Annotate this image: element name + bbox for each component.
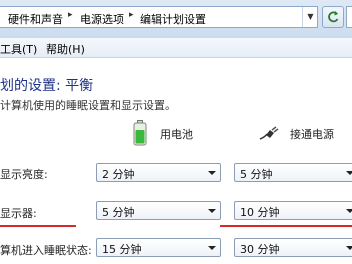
select-value: 2 分钟 <box>102 168 135 181</box>
breadcrumb-separator-icon[interactable]: ▸ <box>129 10 134 20</box>
breadcrumb-edit-plan-settings[interactable]: 编辑计划设置 <box>140 11 206 27</box>
breadcrumb[interactable]: 硬件和声音 ▸ 电源选项 ▸ 编辑计划设置 ▼ <box>0 6 318 28</box>
select-value: 30 分钟 <box>240 243 280 256</box>
chevron-down-icon <box>208 171 216 175</box>
breadcrumb-hardware-sound[interactable]: 硬件和声音 <box>8 11 63 27</box>
select-value: 10 分钟 <box>240 206 280 219</box>
select-value: 5 分钟 <box>102 206 135 219</box>
address-bar: 硬件和声音 ▸ 电源选项 ▸ 编辑计划设置 ▼ <box>0 0 352 39</box>
page-subtitle: 计算机使用的睡眠设置和显示设置。 <box>0 99 176 112</box>
select-value: 15 分钟 <box>102 243 142 256</box>
search-input[interactable] <box>346 6 352 28</box>
column-header-plugged-in: 接通电源 <box>290 128 334 141</box>
brightness-plugged-select[interactable]: 5 分钟 <box>234 163 352 182</box>
breadcrumb-power-options[interactable]: 电源选项 <box>80 11 124 27</box>
setting-label-sleep: 算机进入睡眠状态: <box>0 244 92 257</box>
select-value: 5 分钟 <box>240 168 273 181</box>
refresh-icon <box>328 11 339 23</box>
chevron-down-icon <box>346 171 352 175</box>
highlight-underline <box>0 225 76 227</box>
address-dropdown-icon[interactable]: ▼ <box>302 7 318 27</box>
refresh-button[interactable] <box>322 6 344 28</box>
chevron-down-icon <box>346 246 352 250</box>
chevron-down-icon <box>208 246 216 250</box>
plug-icon <box>259 126 279 140</box>
menu-tools[interactable]: 工具(T) <box>0 41 37 57</box>
setting-label-brightness: 显示亮度: <box>0 168 48 181</box>
battery-icon <box>133 120 147 146</box>
setting-label-display: 显示器: <box>0 207 37 220</box>
column-header-battery: 用电池 <box>160 128 193 141</box>
highlight-underline <box>220 225 352 227</box>
menu-help[interactable]: 帮助(H) <box>46 41 85 57</box>
sleep-battery-select[interactable]: 15 分钟 <box>96 238 221 257</box>
page-title: 划的设置: 平衡 <box>0 78 94 94</box>
breadcrumb-separator-icon[interactable]: ▸ <box>68 10 73 20</box>
chevron-down-icon <box>346 209 352 213</box>
brightness-battery-select[interactable]: 2 分钟 <box>96 163 221 182</box>
sleep-plugged-select[interactable]: 30 分钟 <box>234 238 352 257</box>
chevron-down-icon <box>208 209 216 213</box>
menu-bar: 工具(T) 帮助(H) <box>0 38 352 58</box>
display-plugged-select[interactable]: 10 分钟 <box>234 201 352 220</box>
display-battery-select[interactable]: 5 分钟 <box>96 201 221 220</box>
